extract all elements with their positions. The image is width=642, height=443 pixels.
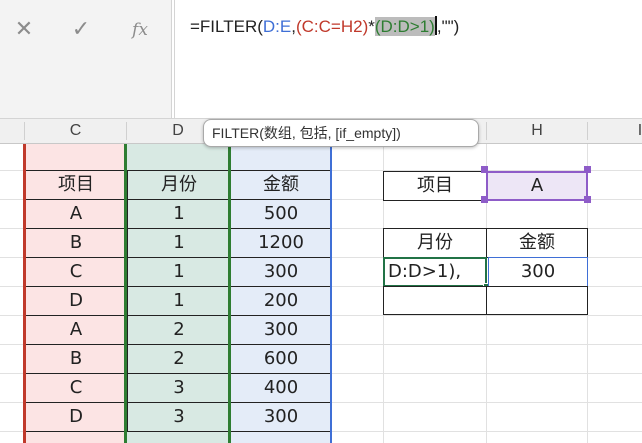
- table-cell-item[interactable]: D: [25, 402, 127, 432]
- active-edit-cell[interactable]: D:D>1),: [383, 257, 487, 287]
- formula-part: =FILTER(: [190, 17, 263, 36]
- table-cell-amount[interactable]: 300: [230, 402, 332, 432]
- result-empty-cell[interactable]: [383, 286, 487, 315]
- formula-ref-criteria: (C:C=H2): [295, 17, 369, 36]
- column-header-c[interactable]: C: [25, 118, 126, 144]
- table-header-item[interactable]: 项目: [25, 170, 127, 200]
- table-cell-amount[interactable]: 300: [230, 257, 332, 287]
- table-cell-item[interactable]: B: [25, 344, 127, 374]
- formula-part: ,""): [436, 17, 460, 36]
- table-cell-item[interactable]: A: [25, 315, 127, 345]
- formula-part: *: [368, 17, 375, 36]
- criteria-value-cell[interactable]: A: [486, 171, 588, 201]
- table-cell-item[interactable]: B: [25, 228, 127, 258]
- range-handle[interactable]: [481, 196, 488, 203]
- formula-ref-de: D:E: [262, 17, 292, 36]
- table-cell-amount[interactable]: 200: [230, 286, 332, 316]
- table-cell-amount[interactable]: 300: [230, 315, 332, 345]
- column-header-h[interactable]: H: [487, 118, 587, 144]
- range-border-c-left: [23, 144, 26, 443]
- formula-text[interactable]: =FILTER(D:E,(C:C=H2)*(D:D>1) ,""): [190, 16, 459, 37]
- table-cell-amount[interactable]: 600: [230, 344, 332, 374]
- table-cell-month[interactable]: 1: [127, 257, 231, 287]
- criteria-label-cell[interactable]: 项目: [383, 171, 487, 201]
- range-handle[interactable]: [481, 166, 488, 173]
- table-cell-month[interactable]: 2: [127, 315, 231, 345]
- column-separator: [587, 122, 588, 140]
- close-icon[interactable]: ✕: [10, 14, 38, 46]
- range-border-e-right: [330, 144, 332, 443]
- result-amount-cell[interactable]: 300: [488, 257, 588, 287]
- function-tooltip: FILTER(数组, 包括, [if_empty]): [203, 119, 479, 147]
- range-border-d-left: [124, 144, 127, 443]
- result-empty-cell[interactable]: [486, 286, 588, 315]
- table-cell-month[interactable]: 1: [127, 228, 231, 258]
- table-cell-month[interactable]: 1: [127, 199, 231, 229]
- check-icon[interactable]: ✓: [66, 14, 96, 46]
- table-cell-amount[interactable]: 400: [230, 373, 332, 403]
- table-cell-item[interactable]: D: [25, 286, 127, 316]
- table-cell-month[interactable]: 3: [127, 402, 231, 432]
- table-header-amount[interactable]: 金额: [230, 170, 332, 200]
- table-cell-amount[interactable]: 500: [230, 199, 332, 229]
- range-handle[interactable]: [584, 166, 591, 173]
- table-cell-item[interactable]: C: [25, 373, 127, 403]
- table-cell-month[interactable]: 1: [127, 286, 231, 316]
- function-icon[interactable]: fx: [126, 14, 154, 46]
- column-header-i[interactable]: I: [630, 118, 642, 144]
- range-handle[interactable]: [584, 196, 591, 203]
- formula-selected-part: (D:D>1): [374, 17, 435, 36]
- table-cell-item[interactable]: C: [25, 257, 127, 287]
- table-header-month[interactable]: 月份: [127, 170, 231, 200]
- table-cell-item[interactable]: A: [25, 199, 127, 229]
- table-cell-amount[interactable]: 1200: [230, 228, 332, 258]
- result-header-amount[interactable]: 金额: [486, 228, 588, 258]
- range-border-d-right: [228, 144, 231, 443]
- table-cell-month[interactable]: 3: [127, 373, 231, 403]
- table-cell-month[interactable]: 2: [127, 344, 231, 374]
- result-header-month[interactable]: 月份: [383, 228, 487, 258]
